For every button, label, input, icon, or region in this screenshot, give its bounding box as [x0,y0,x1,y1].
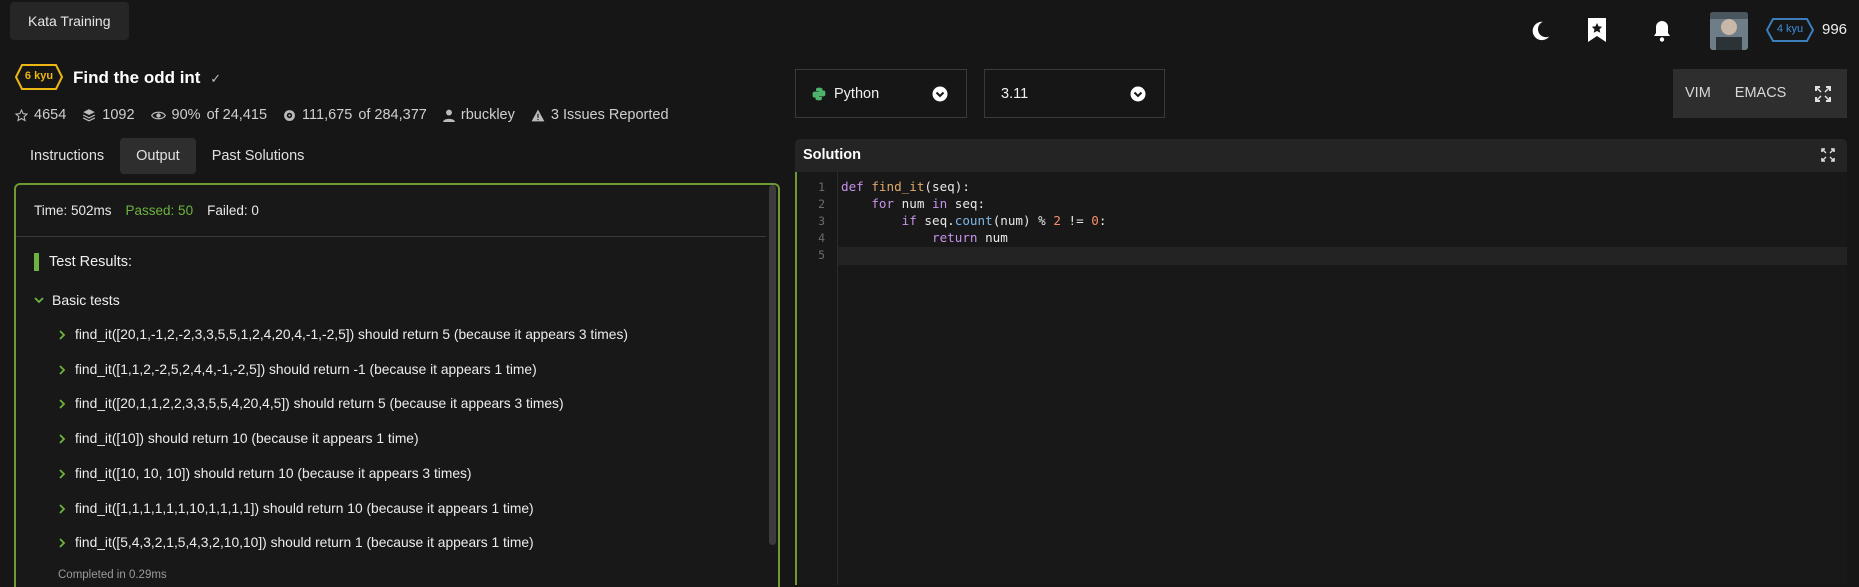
target-icon [284,109,295,121]
kata-title: Find the odd int ✓ [73,68,221,88]
line-number: 4 [818,231,825,245]
output-panel: Time: 502ms Passed: 50 Failed: 0 Test Re… [14,183,780,587]
language-value: Python [834,86,880,102]
bookmark-star-icon[interactable] [1583,16,1611,44]
kata-stats: 4654 1092 90% of 24,415 111,675 of 284,377… [15,107,669,123]
chevron-right-icon [59,398,66,409]
issues-stat[interactable]: 3 Issues Reported [531,107,669,123]
avatar[interactable] [1710,12,1748,50]
test-item-label: find_it([20,1,1,2,2,3,3,5,5,4,20,4,5]) s… [75,396,564,411]
editor-mode-group: VIM EMACS [1673,69,1799,118]
results-accent-bar [34,253,39,271]
test-item-label: find_it([5,4,3,2,1,5,4,3,2,10,10]) shoul… [75,535,534,550]
line-number-gutter: 1 2 3 4 5 [797,172,838,585]
line-number: 2 [818,197,825,211]
code-editor[interactable]: 1 2 3 4 5 def find_it(seq): for num in s… [795,172,1847,585]
satisfaction-votes: of 24,415 [206,107,268,123]
time-label: Time: 502ms [34,203,112,218]
line-number: 1 [818,180,825,194]
chevron-right-icon [59,503,66,514]
expand-icon [1814,85,1831,102]
expand-icon[interactable] [1821,148,1835,162]
completed-time: Completed in 0.29ms [58,569,167,581]
code-line-4: return num [932,230,1008,245]
chevron-right-icon [59,537,66,548]
attempted-count: of 284,377 [358,107,427,123]
chevron-right-icon [59,364,66,375]
kyu-label: 6 kyu [24,70,54,82]
test-item[interactable]: find_it([10]) should return 10 (because … [58,431,419,446]
test-summary: Time: 502ms Passed: 50 Failed: 0 [34,203,259,218]
chevron-down-icon [932,86,948,102]
active-line-highlight [837,247,1847,265]
language-select[interactable]: Python [795,69,967,118]
stars-stat[interactable]: 4654 [15,107,66,123]
passed-label: Passed: 50 [125,203,194,218]
moon-icon[interactable] [1526,17,1554,45]
divider [16,236,766,237]
test-group[interactable]: Basic tests [34,292,120,308]
test-item[interactable]: find_it([1,1,1,1,1,1,10,1,1,1,1]) should… [58,501,534,516]
rank-badge[interactable]: 4 kyu [1766,18,1814,42]
version-select[interactable]: 3.11 [984,69,1165,118]
tab-bar: Instructions Output Past Solutions [14,138,320,174]
test-item[interactable]: find_it([20,1,-1,2,-2,3,3,5,5,1,2,4,20,4… [58,327,628,342]
collections-count: 1092 [102,107,135,123]
code-line-1: def find_it(seq): [841,179,970,194]
test-item[interactable]: find_it([1,1,2,-2,5,2,4,4,-1,-2,5]) shou… [58,362,537,377]
solution-title: Solution [803,147,861,163]
satisfaction-stat: 90% of 24,415 [150,107,268,123]
test-item-label: find_it([10, 10, 10]) should return 10 (… [75,466,472,481]
author-name: rbuckley [460,107,515,123]
tab-output[interactable]: Output [120,138,196,174]
failed-label: Failed: 0 [207,203,259,218]
line-number: 5 [818,248,825,262]
test-group-title: Basic tests [52,292,120,308]
test-item-label: find_it([10]) should return 10 (because … [75,431,419,446]
eye-icon [150,111,166,119]
test-item-label: find_it([1,1,2,-2,5,2,4,4,-1,-2,5]) shou… [75,362,537,377]
kata-training-button[interactable]: Kata Training [10,2,129,40]
chevron-down-icon [34,297,44,304]
chevron-down-icon [1130,86,1146,102]
version-value: 3.11 [1001,86,1029,102]
test-item-label: find_it([1,1,1,1,1,1,10,1,1,1,1]) should… [75,501,534,516]
tab-instructions[interactable]: Instructions [14,138,120,174]
chevron-right-icon [59,329,66,340]
completed-count: 111,675 [302,107,353,123]
kata-title-text: Find the odd int [73,68,201,87]
kyu-badge: 6 kyu [15,64,63,90]
emacs-mode-button[interactable]: EMACS [1723,69,1799,118]
warning-icon [531,109,545,121]
star-icon [15,108,28,122]
code-line-3: if seq.count(num) % 2 != 0: [901,213,1107,228]
bell-icon[interactable] [1648,17,1676,45]
fullscreen-button[interactable] [1798,69,1847,118]
issues-count: 3 Issues Reported [550,107,669,123]
chevron-right-icon [59,468,66,479]
completed-stat: 111,675 of 284,377 [283,107,427,123]
rank-label: 4 kyu [1776,23,1804,35]
stars-count: 4654 [34,107,67,123]
vim-mode-button[interactable]: VIM [1673,69,1723,118]
layers-icon [83,109,96,122]
author-stat[interactable]: rbuckley [442,107,515,123]
python-icon [812,87,826,101]
test-item[interactable]: find_it([10, 10, 10]) should return 10 (… [58,466,472,481]
satisfaction-percent: 90% [171,107,201,123]
test-item[interactable]: find_it([5,4,3,2,1,5,4,3,2,10,10]) shoul… [58,535,534,550]
test-item-label: find_it([20,1,-1,2,-2,3,3,5,5,1,2,4,20,4… [75,327,628,342]
tab-past-solutions[interactable]: Past Solutions [196,138,321,174]
chevron-right-icon [59,433,66,444]
user-icon [442,109,455,122]
code-line-2: for num in seq: [871,196,986,211]
line-number: 3 [818,214,825,228]
test-results-heading: Test Results: [49,254,132,270]
collections-stat[interactable]: 1092 [82,107,135,123]
solution-header: Solution [795,139,1847,172]
honor-score: 996 [1822,21,1848,38]
test-item[interactable]: find_it([20,1,1,2,2,3,3,5,5,4,20,4,5]) s… [58,396,564,411]
checkmark-icon: ✓ [210,71,222,86]
output-scrollbar[interactable] [769,185,776,545]
